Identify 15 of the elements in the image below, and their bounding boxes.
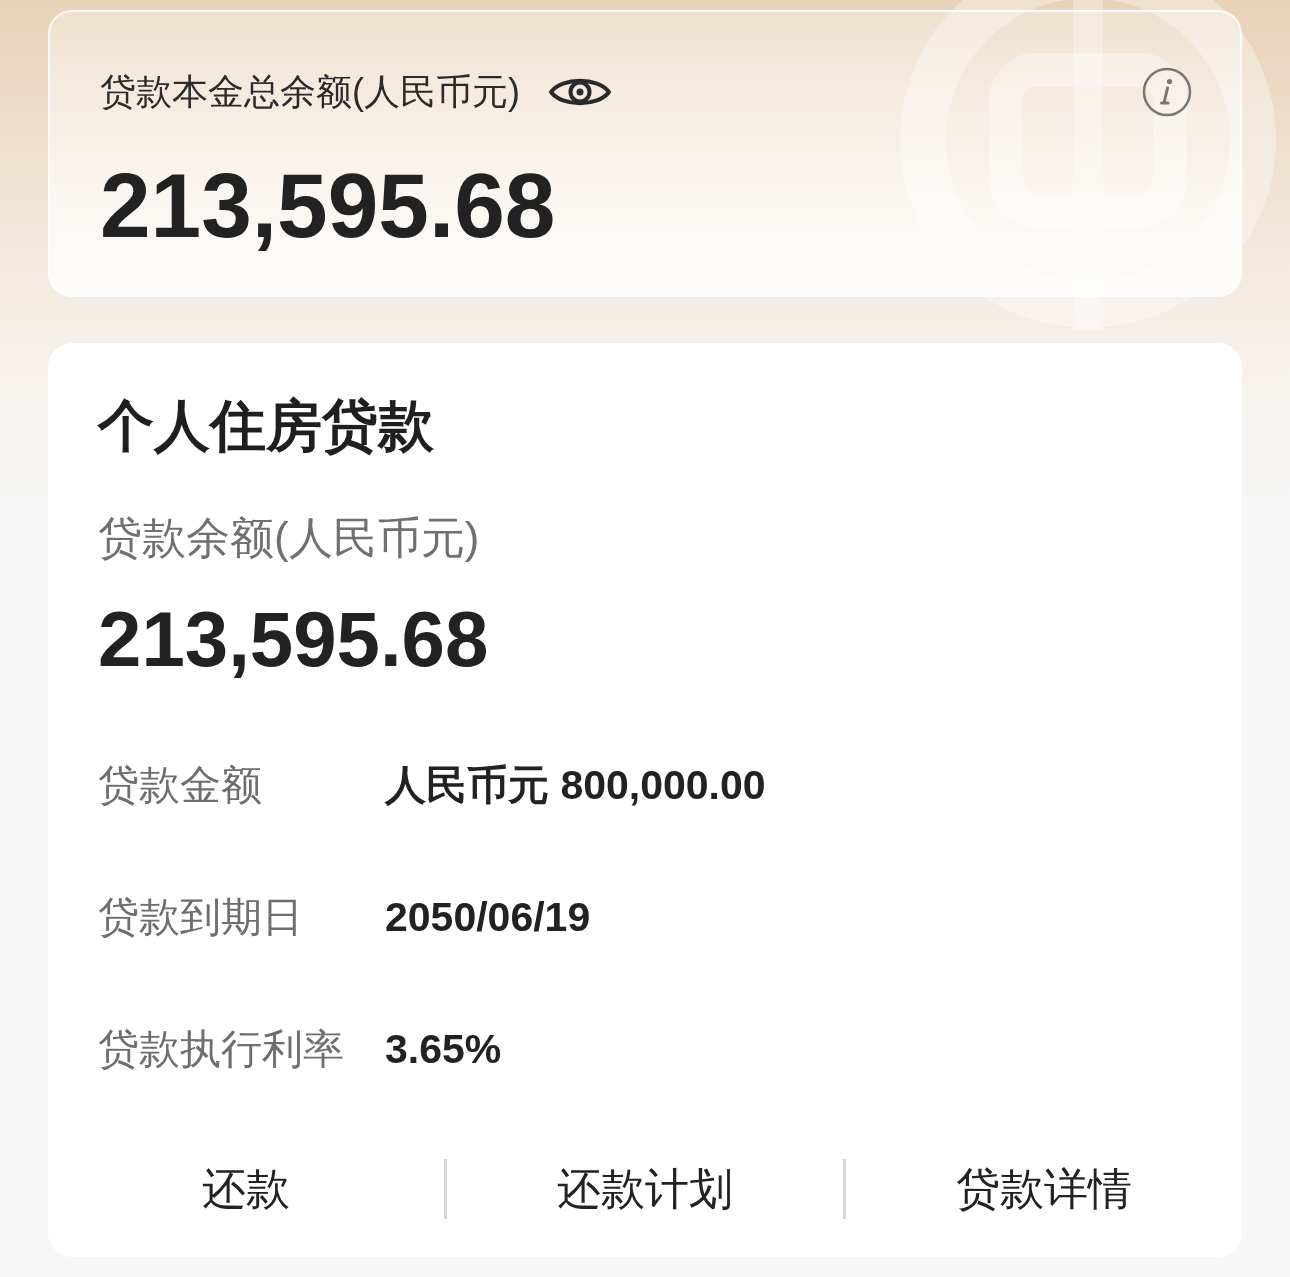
action-button[interactable]: 还款计划 [557,1167,733,1211]
info-icon[interactable] [1142,67,1192,117]
action-button[interactable]: 还款 [202,1167,290,1211]
loan-balance-label: 贷款余额(人民币元) [98,516,480,560]
detail-label: 贷款到期日 [98,896,304,938]
detail-value: 人民币元 800,000.00 [385,764,766,806]
detail-value: 2050/06/19 [385,896,591,938]
total-balance-label: 贷款本金总余额(人民币元) [100,74,520,110]
detail-label: 贷款金额 [98,764,263,806]
detail-value: 3.65% [385,1028,502,1070]
loan-title: 个人住房贷款 [98,398,434,454]
detail-label: 贷款执行利率 [98,1028,345,1070]
total-balance-amount: 213,595.68 [100,160,556,251]
loan-balance-amount: 213,595.68 [98,600,489,678]
action-button[interactable]: 贷款详情 [956,1167,1132,1211]
